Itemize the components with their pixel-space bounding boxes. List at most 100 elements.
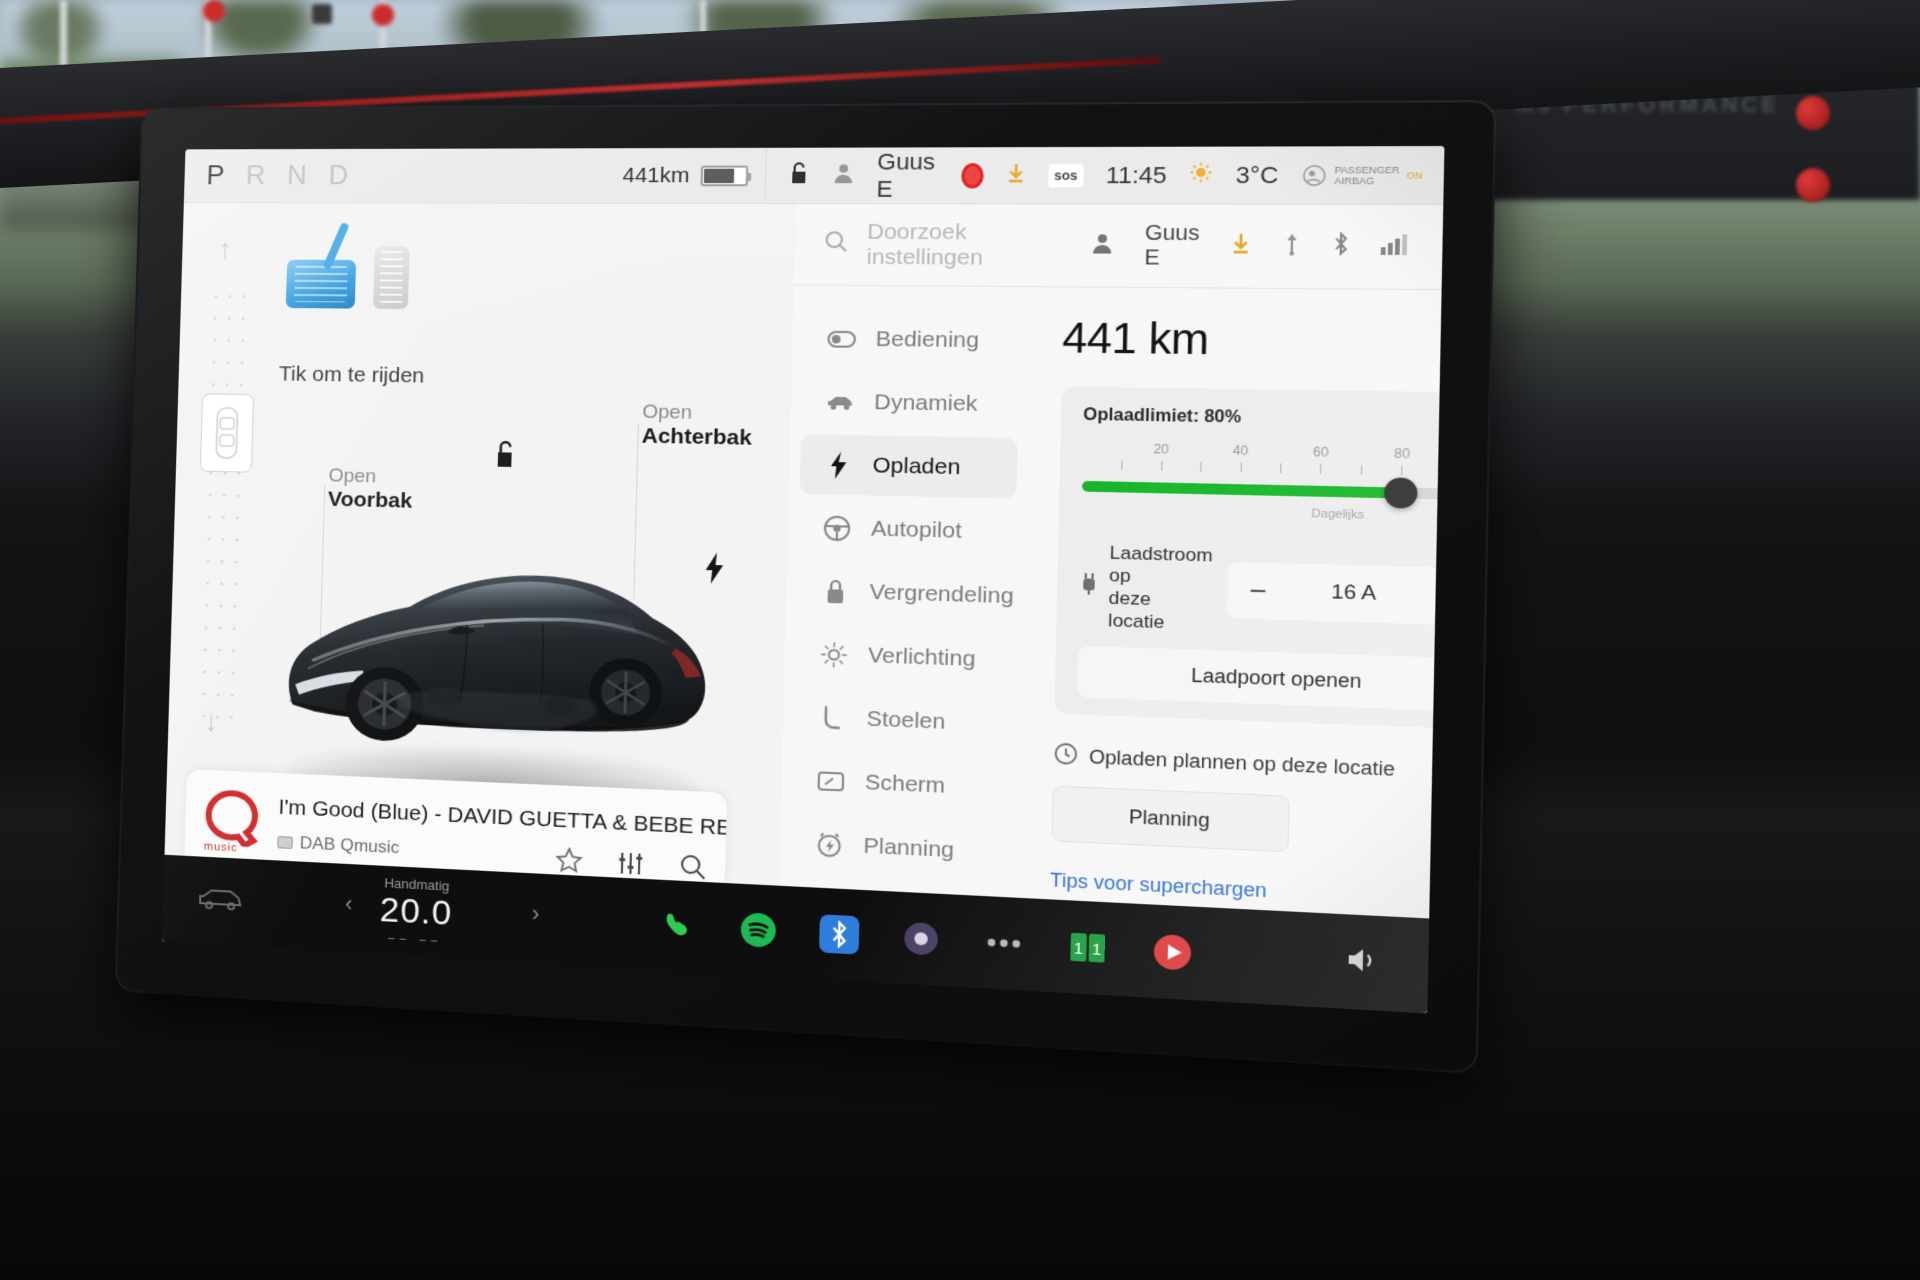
- climate-control[interactable]: Handmatig 20.0 ⎯⎯ ⎯⎯: [379, 875, 454, 950]
- charge-current-label-line2: deze locatie: [1108, 587, 1165, 633]
- charge-limit-label: Oplaadlimiet: 80%: [1083, 406, 1242, 427]
- status-bar-right: Guus E sos 11:45 3°C PASSENGER AIRBAG ON: [764, 146, 1445, 204]
- seat-heater-icons[interactable]: ⎯⎯ ⎯⎯: [379, 930, 452, 949]
- slider-tick-label: 20: [1153, 441, 1169, 457]
- slider-knob[interactable]: [1384, 477, 1419, 509]
- bluetooth-icon[interactable]: [1331, 232, 1350, 261]
- usb-icon[interactable]: [1282, 232, 1301, 261]
- drive-strip[interactable]: ↑ ↓: [194, 233, 254, 793]
- slider-track[interactable]: [1081, 477, 1444, 509]
- more-icon[interactable]: [983, 923, 1024, 964]
- unlock-icon[interactable]: [491, 437, 521, 476]
- range-value: 441km: [622, 163, 690, 187]
- sidebar-item-label: Bediening: [875, 326, 980, 352]
- toybox-icon[interactable]: 11: [1067, 927, 1109, 968]
- arrow-down-icon[interactable]: ↓: [204, 705, 219, 738]
- traffic-sign: [372, 4, 394, 26]
- search-input[interactable]: Doorzoek instellingen: [866, 219, 1072, 271]
- browser-icon[interactable]: [901, 919, 942, 960]
- sidebar-item-autopilot[interactable]: Autopilot: [798, 497, 1016, 563]
- slider-tick: [1121, 460, 1123, 470]
- minus-icon[interactable]: −: [1249, 574, 1267, 607]
- tap-to-drive-label: Tik om te rijden: [278, 362, 425, 388]
- sidebar-item-label: Verlichting: [867, 642, 976, 671]
- volume-icon[interactable]: [1345, 944, 1381, 980]
- toggle-switch-icon: [827, 330, 856, 347]
- download-icon[interactable]: [1006, 162, 1027, 188]
- battery-icon: [700, 165, 748, 186]
- outside-temperature: 3°C: [1235, 161, 1279, 188]
- sidebar-item-label: Planning: [863, 833, 955, 862]
- gear-indicator: P R N D: [206, 160, 356, 191]
- screen-content: P R N D 441km Guus E sos 11:45 3°C PASSE…: [161, 146, 1445, 1014]
- climate-temperature[interactable]: 20.0: [379, 890, 453, 934]
- phone-icon[interactable]: [659, 906, 699, 946]
- sun-icon: [1189, 162, 1213, 189]
- airbag-state: ON: [1406, 169, 1423, 181]
- bluetooth-icon[interactable]: [818, 914, 860, 955]
- settings-profile-name[interactable]: Guus E: [1144, 221, 1200, 271]
- station-logo: music: [201, 788, 265, 854]
- slider-zone-labels: Dagelijks Reis: [1081, 502, 1443, 531]
- steering-wheel-icon: [823, 514, 852, 542]
- car-top-view-icon[interactable]: [199, 393, 255, 473]
- schedule-charging-row[interactable]: Opladen plannen op deze locatie: [1053, 742, 1444, 790]
- traffic-sign: [203, 0, 225, 22]
- slider-tick-label: 40: [1232, 442, 1249, 459]
- charge-limit-card: Oplaadlimiet: 80% 20 40 60 80 Dagelijks …: [1053, 386, 1444, 731]
- airbag-label-line2: AIRBAG: [1334, 174, 1375, 186]
- spotify-icon[interactable]: [738, 910, 778, 950]
- schedule-button[interactable]: Planning: [1050, 785, 1290, 853]
- open-trunk-button[interactable]: Open Achterbak: [641, 400, 752, 450]
- center-touchscreen: P R N D 441km Guus E sos 11:45 3°C PASSE…: [116, 102, 1495, 1072]
- brake-pedal-icon[interactable]: [285, 221, 357, 309]
- dab-badge-icon: [277, 836, 293, 849]
- sidebar-item-scherm[interactable]: Scherm: [792, 749, 1010, 819]
- car-side-icon: [826, 392, 855, 411]
- person-icon[interactable]: [831, 161, 856, 189]
- arrow-up-icon[interactable]: ↑: [218, 233, 233, 265]
- open-hood-button[interactable]: Open Voorbak: [328, 464, 414, 513]
- sidebar-item-planning[interactable]: Planning: [790, 812, 1008, 883]
- sidebar-item-label: Scherm: [864, 769, 946, 798]
- sidebar-item-bediening[interactable]: Bediening: [803, 309, 1021, 371]
- svg-text:1: 1: [1092, 941, 1102, 959]
- charge-current-stepper[interactable]: − 16 A +: [1227, 561, 1444, 626]
- person-icon[interactable]: [1090, 231, 1116, 260]
- bolt-icon: [824, 450, 853, 479]
- chevron-right-icon[interactable]: ›: [531, 900, 539, 927]
- chevron-left-icon[interactable]: ‹: [345, 890, 353, 917]
- sos-button[interactable]: sos: [1048, 163, 1084, 187]
- download-icon[interactable]: [1229, 232, 1253, 261]
- open-charge-port-button[interactable]: Laadpoort openen: [1076, 645, 1444, 712]
- sidebar-item-dynamiek[interactable]: Dynamiek: [801, 371, 1019, 435]
- slider-tick-label: 80: [1394, 445, 1411, 462]
- charge-current-label-line1: Laadstroom op: [1109, 542, 1213, 587]
- estimated-range: 441 km: [1061, 315, 1210, 364]
- slider-zone-label: Dagelijks: [1311, 507, 1365, 522]
- cellular-signal-icon: [1380, 232, 1412, 262]
- sidebar-item-stoelen[interactable]: Stoelen: [793, 686, 1011, 755]
- settings-menu: Bediening Dynamiek Opladen Autopilot Ver…: [777, 285, 1037, 990]
- range-indicator: 441km: [622, 163, 765, 188]
- sidebar-item-label: Stoelen: [866, 706, 946, 734]
- sidebar-item-verlichting[interactable]: Verlichting: [795, 623, 1013, 691]
- accelerator-pedal-icon[interactable]: [373, 245, 410, 310]
- profile-name[interactable]: Guus E: [876, 148, 940, 203]
- sidebar-item-label: Vergrendeling: [869, 579, 1014, 608]
- pedal-graphic[interactable]: [285, 221, 410, 310]
- unlock-icon[interactable]: [787, 160, 809, 190]
- sidebar-item-vergrendeling[interactable]: Vergrendeling: [797, 560, 1015, 627]
- sidebar-item-label: Autopilot: [870, 516, 962, 543]
- charge-limit-slider[interactable]: 20 40 60 80 Dagelijks: [1081, 442, 1444, 534]
- car-icon[interactable]: [197, 884, 244, 918]
- slider-tick: [1280, 463, 1282, 474]
- sidebar-item-opladen[interactable]: Opladen: [799, 434, 1018, 499]
- dashcam-record-icon[interactable]: [961, 162, 985, 188]
- search-icon[interactable]: [823, 229, 850, 259]
- settings-header-right: Guus E: [1089, 221, 1412, 272]
- media-icon[interactable]: [1151, 932, 1193, 973]
- settings-search-row: Doorzoek instellingen Guus E: [793, 204, 1444, 291]
- slider-tick: [1200, 461, 1202, 472]
- wall-indicator: [1796, 168, 1830, 202]
